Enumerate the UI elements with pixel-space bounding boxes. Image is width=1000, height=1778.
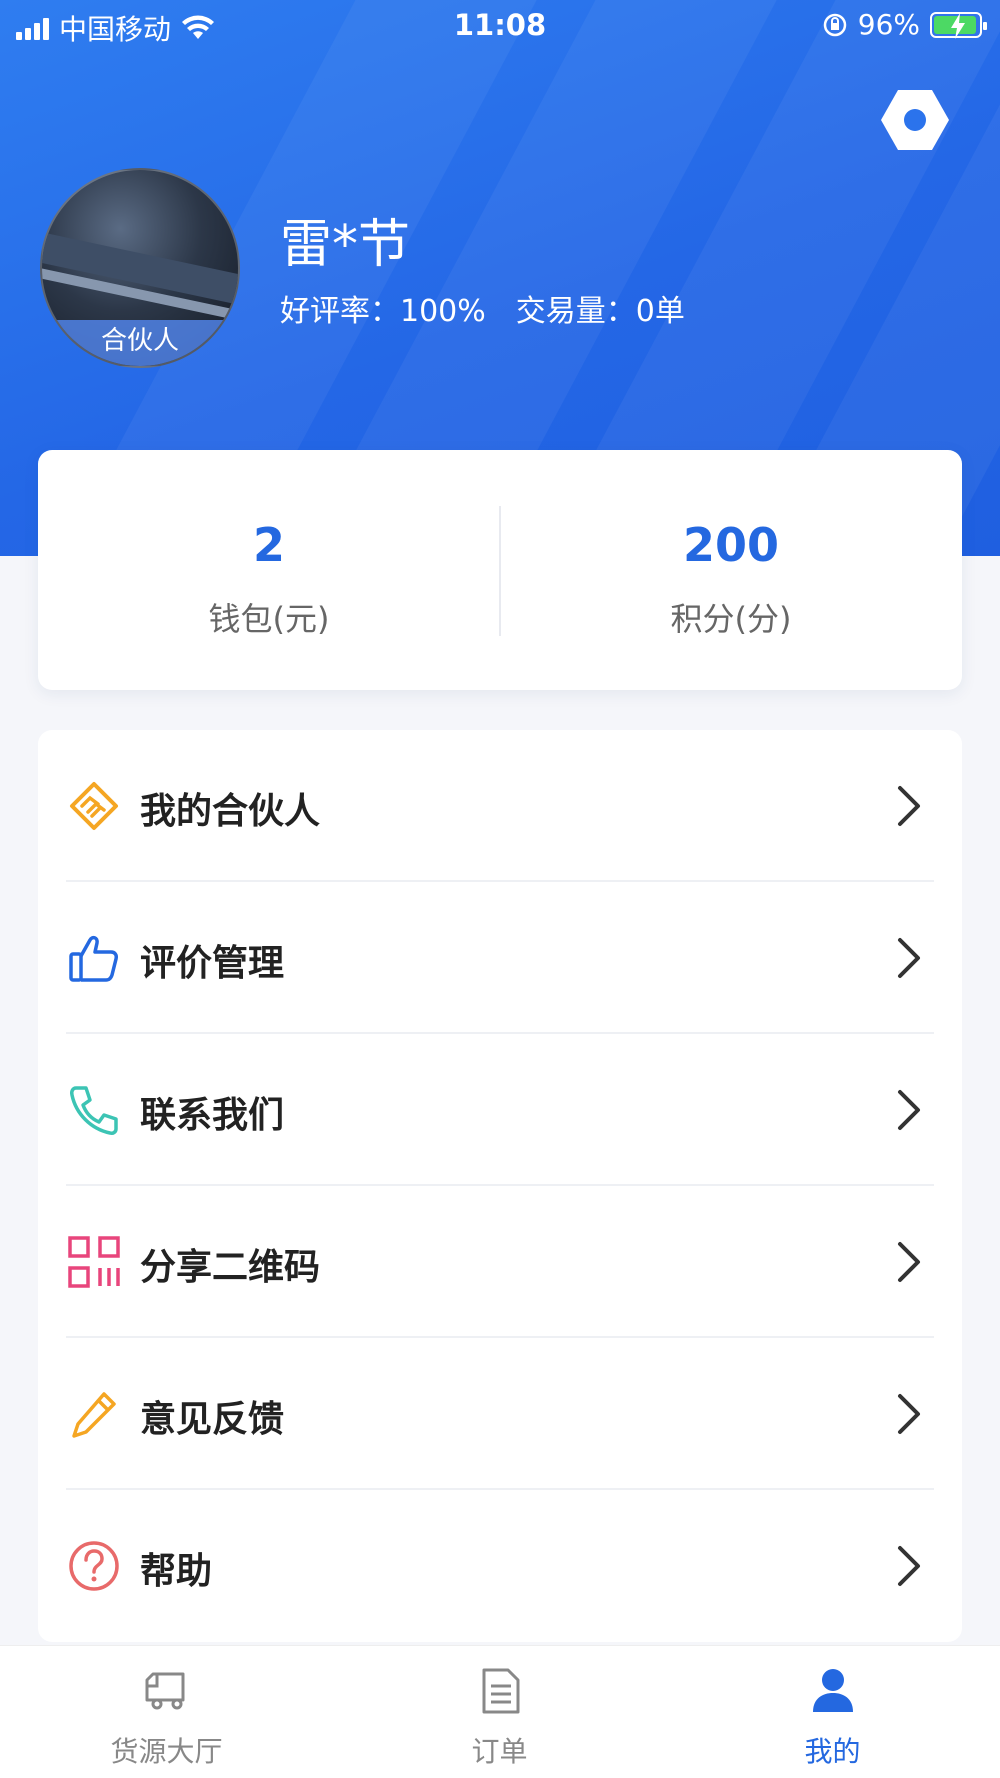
user-name: 雷*节 (280, 215, 411, 275)
menu-item-feedback[interactable]: 意见反馈 (38, 1338, 962, 1490)
profile-page: 中国移动 11:08 96% 合伙人 雷*节 好评率：100% 交易量：0单 2… (0, 0, 1000, 1778)
partner-badge: 合伙人 (42, 320, 238, 366)
menu-label: 帮助 (140, 1551, 213, 1592)
handshake-icon (70, 782, 118, 830)
points-balance[interactable]: 200 积分(分) (500, 450, 962, 690)
pencil-icon (72, 1392, 116, 1438)
menu-label: 评价管理 (140, 943, 285, 984)
document-icon (482, 1668, 519, 1714)
wallet-value: 2 (252, 518, 285, 572)
tab-bar: 货源大厅 订单 我的 (0, 1646, 1000, 1778)
menu-item-help[interactable]: 帮助 (38, 1490, 962, 1642)
avatar[interactable]: 合伙人 (40, 168, 240, 368)
truck-icon (145, 1672, 184, 1710)
help-icon (69, 1541, 119, 1591)
tab-label: 我的 (804, 1735, 861, 1768)
user-stats: 好评率：100% 交易量：0单 (280, 286, 685, 330)
chevron-right-icon (898, 1394, 920, 1434)
user-icon (812, 1669, 853, 1712)
wallet-card: 2 钱包(元) 200 积分(分) (38, 450, 962, 690)
menu-label: 我的合伙人 (140, 791, 321, 832)
tab-orders[interactable]: 订单 (333, 1646, 666, 1778)
chevron-right-icon (898, 1242, 920, 1282)
chevron-right-icon (898, 786, 920, 826)
wallet-balance[interactable]: 2 钱包(元) (38, 450, 500, 690)
menu-item-share-qr-code[interactable]: 分享二维码 (38, 1186, 962, 1338)
qr-code-icon (68, 1236, 120, 1288)
battery-percent: 96% (857, 8, 920, 41)
chevron-right-icon (898, 1546, 920, 1586)
menu-label: 意见反馈 (140, 1399, 285, 1440)
tab-label: 订单 (471, 1735, 528, 1768)
menu-label: 联系我们 (140, 1095, 285, 1136)
menu-label: 分享二维码 (140, 1247, 321, 1288)
volume-text: 交易量：0单 (515, 294, 685, 329)
tab-mine[interactable]: 我的 (666, 1646, 999, 1778)
menu-item-review-management[interactable]: 评价管理 (38, 882, 962, 1034)
chevron-right-icon (898, 938, 920, 978)
chevron-right-icon (898, 1090, 920, 1130)
wallet-label: 钱包(元) (208, 600, 330, 638)
thumbs-up-icon (69, 935, 118, 982)
tab-cargo-hall[interactable]: 货源大厅 (0, 1646, 333, 1778)
phone-icon (70, 1086, 118, 1135)
gear-icon[interactable] (881, 88, 949, 152)
menu-item-my-partners[interactable]: 我的合伙人 (38, 730, 962, 882)
tab-label: 货源大厅 (110, 1735, 223, 1768)
points-label: 积分(分) (670, 600, 792, 638)
status-bar: 中国移动 11:08 96% (0, 0, 1000, 54)
menu-item-contact-us[interactable]: 联系我们 (38, 1034, 962, 1186)
battery-charging-icon (930, 11, 987, 39)
orientation-lock-icon (823, 13, 847, 36)
rating-text: 好评率：100% (280, 294, 486, 329)
points-value: 200 (682, 518, 780, 572)
menu-card: 我的合伙人 评价管理 联系我们 分享二维码 意见反馈 帮助 (38, 730, 962, 1642)
